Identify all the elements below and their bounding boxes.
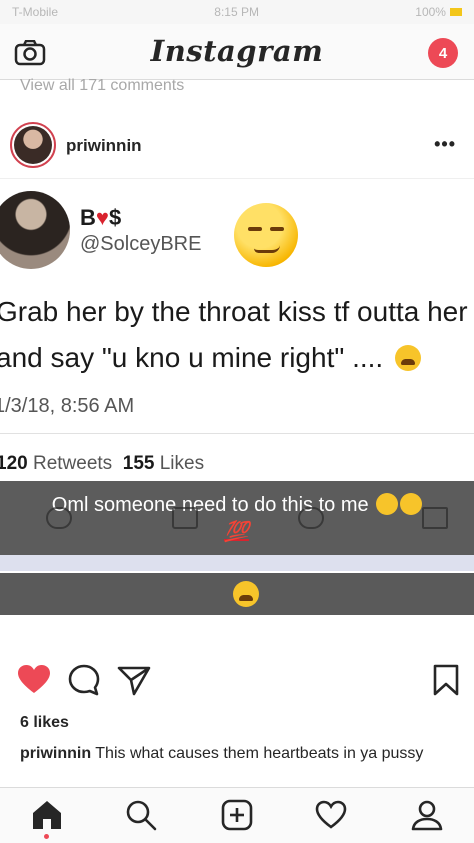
post-caption: priwinnin This what causes them heartbea… bbox=[20, 743, 450, 764]
likes-count[interactable]: 6 likes bbox=[20, 714, 69, 732]
instagram-logo[interactable]: Instagram bbox=[0, 34, 474, 68]
tweet-display-name: B♥$ bbox=[80, 205, 121, 231]
tweet-date: 1/3/18, 8:56 AM bbox=[0, 395, 135, 417]
tweet-text: Grab her by the throat kiss tf outta her… bbox=[0, 289, 474, 381]
like-icon bbox=[298, 507, 324, 529]
emoji-eye bbox=[270, 227, 284, 231]
heart-outline-icon bbox=[315, 800, 347, 829]
retweets-label: Retweets bbox=[32, 453, 113, 474]
save-button[interactable] bbox=[428, 662, 464, 698]
battery-label: 100% bbox=[415, 5, 446, 19]
status-bar: T-Mobile 8:15 PM 100% bbox=[0, 0, 474, 24]
caption-text: This what causes them heartbeats in ya p… bbox=[95, 745, 424, 762]
add-post-icon bbox=[221, 799, 253, 831]
tweet-line-2: and say "u kno u mine right" .... bbox=[0, 342, 384, 373]
share-button[interactable] bbox=[116, 662, 152, 698]
tweet-line-2-row: and say "u kno u mine right" .... bbox=[0, 335, 474, 381]
battery-icon bbox=[449, 8, 462, 16]
avatar-image bbox=[14, 126, 52, 164]
weary-emoji-icon bbox=[394, 345, 421, 371]
search-icon bbox=[126, 800, 157, 831]
avatar[interactable] bbox=[10, 122, 56, 168]
tweet-likes-count: 155 bbox=[122, 453, 155, 474]
emoji-eye bbox=[248, 227, 262, 231]
clock: 8:15 PM bbox=[214, 5, 259, 19]
smirk-emoji-icon bbox=[234, 203, 298, 267]
retweet-icon bbox=[172, 507, 198, 529]
battery-indicator: 100% bbox=[415, 5, 462, 19]
view-all-comments-link[interactable]: View all 171 comments bbox=[20, 77, 184, 95]
comment-button[interactable] bbox=[66, 662, 102, 698]
carrier-label: T-Mobile bbox=[12, 5, 59, 19]
tweet-name-suffix: $ bbox=[108, 205, 122, 230]
more-options-button[interactable]: ••• bbox=[434, 134, 456, 155]
reply-icon bbox=[46, 507, 72, 529]
caption-username[interactable]: priwinnin bbox=[20, 745, 91, 762]
tweet-likes-label: Likes bbox=[159, 453, 205, 474]
like-button[interactable] bbox=[16, 662, 52, 698]
retweets-count: 120 bbox=[0, 453, 28, 474]
tweet-stats: 120 Retweets 155 Likes bbox=[0, 453, 204, 475]
post-image[interactable]: B♥$ @SolceyBRE Grab her by the throat ki… bbox=[0, 178, 474, 640]
home-icon bbox=[33, 801, 61, 829]
bookmark-icon bbox=[433, 664, 459, 696]
tweet-line-1: Grab her by the throat kiss tf outta her bbox=[0, 296, 468, 327]
tab-home[interactable] bbox=[30, 798, 64, 832]
heart-icon: ♥ bbox=[95, 205, 109, 230]
heart-filled-icon bbox=[18, 665, 50, 693]
tab-profile[interactable] bbox=[410, 798, 444, 832]
message-icon bbox=[422, 507, 448, 529]
image-stripe bbox=[0, 555, 474, 571]
tweet-name-prefix: B bbox=[80, 205, 96, 230]
hundred-emoji-icon: 💯 bbox=[224, 521, 249, 543]
comment-icon bbox=[68, 664, 100, 696]
post-header: priwinnin ••• bbox=[0, 112, 474, 178]
post-actions bbox=[0, 662, 474, 706]
bottom-tab-bar bbox=[0, 787, 474, 843]
tab-new-post[interactable] bbox=[220, 798, 254, 832]
profile-icon bbox=[411, 800, 443, 831]
image-gray-bar bbox=[0, 573, 474, 615]
tab-activity[interactable] bbox=[314, 798, 348, 832]
divider bbox=[0, 433, 474, 434]
tweet-handle: @SolceyBRE bbox=[80, 233, 202, 255]
direct-share-icon bbox=[117, 666, 151, 696]
tab-search[interactable] bbox=[124, 798, 158, 832]
top-nav: Instagram 4 bbox=[0, 24, 474, 80]
active-tab-indicator bbox=[44, 834, 49, 839]
tweet-avatar bbox=[0, 191, 70, 269]
notification-badge[interactable]: 4 bbox=[428, 38, 458, 68]
post-username[interactable]: priwinnin bbox=[66, 136, 142, 156]
weary-emoji-icon bbox=[233, 581, 259, 607]
emoji-mouth bbox=[254, 245, 280, 253]
